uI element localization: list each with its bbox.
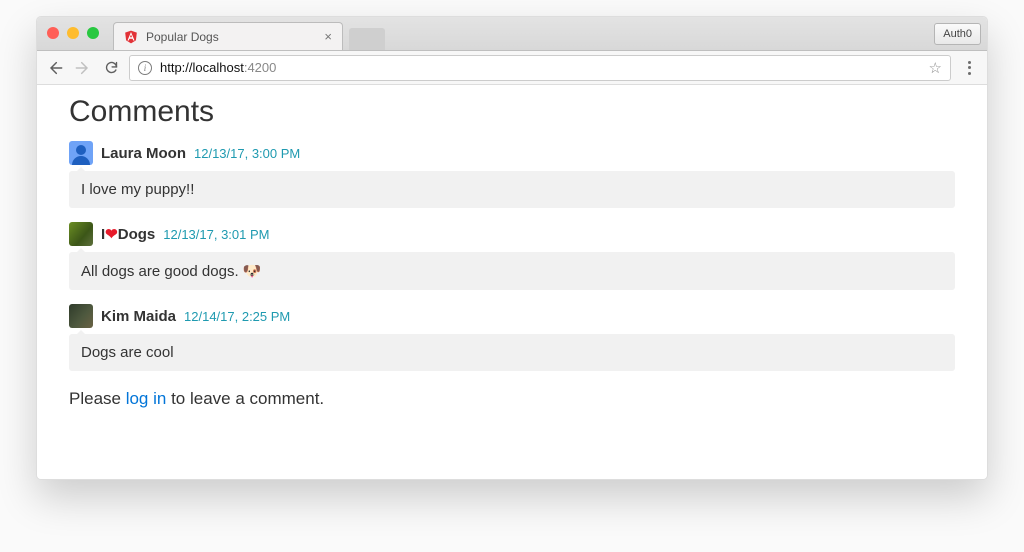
browser-tab[interactable]: Popular Dogs × xyxy=(113,22,343,50)
footer-text: Please xyxy=(69,389,126,408)
browser-menu-button[interactable] xyxy=(959,61,979,75)
tab-close-icon[interactable]: × xyxy=(324,30,332,43)
login-prompt: Please log in to leave a comment. xyxy=(69,389,955,409)
tab-strip: Popular Dogs × Auth0 xyxy=(37,17,987,51)
avatar xyxy=(69,304,93,328)
tab-title: Popular Dogs xyxy=(146,30,219,44)
avatar xyxy=(69,141,93,165)
footer-text: to leave a comment. xyxy=(166,389,324,408)
window-maximize-button[interactable] xyxy=(87,27,99,39)
author-part: Dogs xyxy=(118,226,156,243)
window-minimize-button[interactable] xyxy=(67,27,79,39)
window-traffic-lights xyxy=(47,27,99,39)
new-tab-button[interactable] xyxy=(349,28,385,50)
comment-body: I love my puppy!! xyxy=(69,171,955,208)
auth0-extension-button[interactable]: Auth0 xyxy=(934,23,981,45)
comment-item: Kim Maida 12/14/17, 2:25 PM Dogs are coo… xyxy=(69,304,955,371)
angular-favicon-icon xyxy=(124,30,138,44)
comment-timestamp: 12/13/17, 3:00 PM xyxy=(194,146,300,161)
reload-button[interactable] xyxy=(101,58,121,78)
comment-author: Kim Maida xyxy=(101,308,176,325)
comment-item: I❤Dogs 12/13/17, 3:01 PM All dogs are go… xyxy=(69,222,955,290)
comment-body: All dogs are good dogs. 🐶 xyxy=(69,252,955,290)
forward-button[interactable] xyxy=(73,58,93,78)
browser-window: Popular Dogs × Auth0 i http://localhost:… xyxy=(36,16,988,480)
comment-body: Dogs are cool xyxy=(69,334,955,371)
heart-icon: ❤ xyxy=(105,226,118,243)
window-close-button[interactable] xyxy=(47,27,59,39)
comment-item: Laura Moon 12/13/17, 3:00 PM I love my p… xyxy=(69,141,955,208)
bookmark-star-icon[interactable]: ☆ xyxy=(929,59,942,77)
site-info-icon[interactable]: i xyxy=(138,61,152,75)
page-title: Comments xyxy=(69,95,955,129)
comment-author: Laura Moon xyxy=(101,145,186,162)
page-content: Comments Laura Moon 12/13/17, 3:00 PM I … xyxy=(37,85,987,429)
url-path: :4200 xyxy=(244,60,277,75)
address-bar[interactable]: i http://localhost:4200 ☆ xyxy=(129,55,951,81)
url-host: http://localhost xyxy=(160,60,244,75)
login-link[interactable]: log in xyxy=(126,389,167,408)
avatar xyxy=(69,222,93,246)
comment-timestamp: 12/13/17, 3:01 PM xyxy=(163,227,269,242)
back-button[interactable] xyxy=(45,58,65,78)
browser-toolbar: i http://localhost:4200 ☆ xyxy=(37,51,987,85)
page-viewport[interactable]: Comments Laura Moon 12/13/17, 3:00 PM I … xyxy=(37,85,987,479)
comment-timestamp: 12/14/17, 2:25 PM xyxy=(184,309,290,324)
comment-author: I❤Dogs xyxy=(101,225,155,243)
